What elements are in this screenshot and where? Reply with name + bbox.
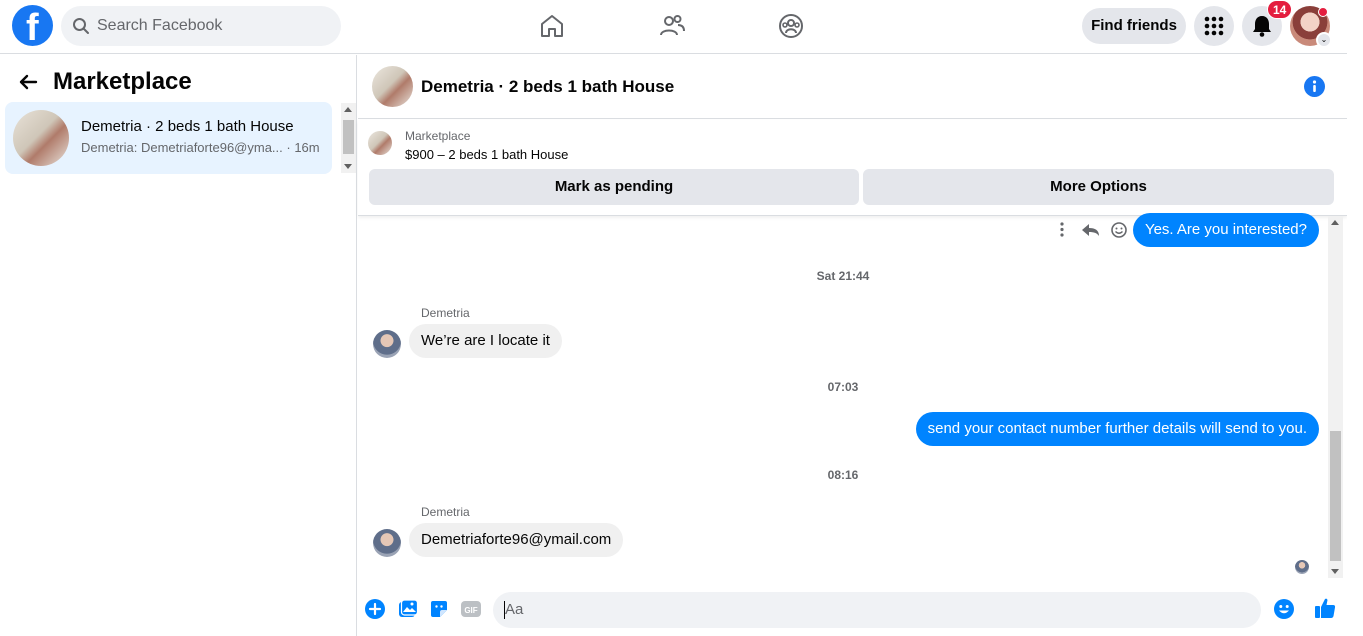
find-friends-button[interactable]: Find friends	[1082, 8, 1186, 44]
conversation-preview: Demetria: Demetriaforte96@yma... · 16m	[81, 140, 320, 155]
notification-badge: 14	[1267, 0, 1293, 19]
back-arrow-icon[interactable]	[16, 70, 40, 94]
grid-menu-icon	[1204, 16, 1224, 36]
message-composer: GIF Aa	[358, 584, 1347, 636]
chat-scrollbar[interactable]	[1328, 216, 1343, 578]
home-icon[interactable]	[538, 12, 566, 40]
timestamp: 08:16	[827, 468, 859, 482]
left-scrollbar[interactable]	[341, 103, 356, 173]
page-scrollbar[interactable]	[1347, 0, 1363, 636]
scroll-up-icon[interactable]	[1331, 220, 1339, 225]
groups-icon[interactable]	[777, 12, 805, 40]
mark-as-pending-button[interactable]: Mark as pending	[369, 169, 859, 205]
search-icon	[73, 18, 89, 34]
reply-icon	[1082, 224, 1099, 236]
listing-thumbnail[interactable]	[368, 131, 392, 155]
message-outgoing[interactable]: send your contact number further details…	[915, 412, 1319, 446]
scroll-down-icon[interactable]	[344, 164, 352, 169]
message-actions	[1060, 222, 1127, 238]
message-thread: Yes. Are you interested? Sat 21:44 Demet…	[358, 213, 1328, 578]
timestamp: Sat 21:44	[816, 269, 870, 283]
more-dots-icon	[1060, 222, 1064, 237]
message-incoming[interactable]: Demetriaforte96@ymail.com	[409, 523, 624, 557]
scroll-down-icon[interactable]	[1331, 569, 1339, 574]
search-placeholder: Search Facebook	[97, 17, 223, 34]
sender-name: Demetria	[421, 306, 470, 320]
chat-header: Demetria · 2 beds 1 bath House	[358, 55, 1347, 119]
gif-icon[interactable]: GIF	[460, 598, 482, 620]
conversation-name: Demetria · 2 beds 1 bath House	[81, 118, 294, 135]
facebook-logo[interactable]: f	[12, 5, 53, 49]
sticker-icon[interactable]	[428, 598, 450, 620]
bell-icon	[1253, 16, 1271, 37]
thumbs-up-icon[interactable]	[1313, 596, 1337, 620]
chat-avatar[interactable]	[372, 66, 413, 107]
message-incoming[interactable]: We’re are I locate it	[409, 324, 562, 358]
photo-icon[interactable]	[396, 598, 418, 620]
profile-status-dot	[1318, 7, 1328, 17]
plus-icon[interactable]	[364, 598, 386, 620]
conversation-list-panel: Marketplace Demetria · 2 beds 1 bath Hou…	[0, 55, 357, 636]
listing-price[interactable]: $900 – 2 beds 1 bath House	[405, 147, 568, 162]
emoji-icon[interactable]	[1273, 598, 1295, 620]
conversation-item[interactable]: Demetria · 2 beds 1 bath House Demetria:…	[5, 102, 332, 174]
chat-title[interactable]: Demetria · 2 beds 1 bath House	[421, 77, 674, 97]
read-receipt-avatar	[1295, 560, 1309, 574]
listing-bar: Marketplace $900 – 2 beds 1 bath House M…	[358, 120, 1347, 216]
scrollbar-thumb[interactable]	[343, 120, 354, 154]
message-outgoing[interactable]: Yes. Are you interested?	[1132, 213, 1319, 247]
message-placeholder: Aa	[505, 601, 524, 618]
chevron-down-icon[interactable]: ⌄	[1316, 32, 1332, 48]
friends-icon[interactable]	[658, 12, 686, 40]
info-icon[interactable]	[1304, 76, 1325, 97]
menu-button[interactable]	[1194, 6, 1234, 46]
svg-text:GIF: GIF	[464, 606, 477, 615]
panel-title: Marketplace	[53, 68, 192, 95]
sender-avatar[interactable]	[373, 529, 401, 557]
timestamp: 07:03	[827, 380, 859, 394]
scroll-up-icon[interactable]	[344, 107, 352, 112]
sender-name: Demetria	[421, 505, 470, 519]
listing-kind: Marketplace	[405, 129, 471, 143]
sender-avatar[interactable]	[373, 330, 401, 358]
search-input[interactable]: Search Facebook	[61, 6, 341, 46]
conversation-avatar	[13, 110, 69, 166]
more-options-button[interactable]: More Options	[863, 169, 1334, 205]
message-input[interactable]: Aa	[493, 592, 1294, 628]
react-emoji-icon	[1111, 222, 1127, 238]
top-bar: f Search Facebook Find friends 14 ⌄	[0, 0, 1347, 54]
scrollbar-thumb[interactable]	[1330, 431, 1341, 561]
